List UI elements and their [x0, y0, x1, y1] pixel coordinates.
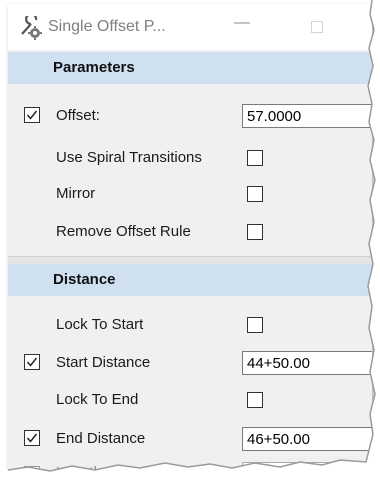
checkmark-icon [26, 357, 38, 367]
offset-lock-checkbox[interactable] [24, 107, 40, 123]
end-distance-lock-checkbox[interactable] [24, 430, 40, 446]
remove-offset-rule-label: Remove Offset Rule [56, 223, 191, 240]
title-bar[interactable]: Single Offset P... — [8, 4, 372, 50]
checkmark-icon [26, 110, 38, 120]
remove-offset-rule-checkbox[interactable] [247, 224, 263, 240]
use-spiral-transitions-label: Use Spiral Transitions [56, 149, 202, 166]
start-distance-lock-checkbox[interactable] [24, 354, 40, 370]
parameters-section-title: Parameters [53, 59, 135, 76]
end-distance-input[interactable] [242, 427, 372, 451]
distance-section-header[interactable]: Distance [8, 264, 372, 296]
distance-panel: Lock To Start Start Distance Lock To End… [8, 296, 372, 476]
single-offset-dialog: Single Offset P... — Parameters Offset: … [8, 4, 372, 476]
length-lock-checkbox[interactable] [24, 466, 40, 476]
length-label: Length [56, 464, 102, 476]
window-title: Single Offset P... [48, 18, 166, 35]
lock-to-end-label: Lock To End [56, 391, 139, 408]
section-divider [8, 256, 372, 264]
settings-wrench-icon [21, 16, 42, 40]
start-distance-input[interactable] [242, 351, 372, 375]
maximize-button[interactable] [311, 21, 323, 33]
use-spiral-transitions-checkbox[interactable] [247, 150, 263, 166]
end-distance-label: End Distance [56, 430, 146, 447]
start-distance-label: Start Distance [56, 354, 151, 371]
mirror-label: Mirror [56, 185, 96, 202]
lock-to-start-label: Lock To Start [56, 316, 144, 333]
minimize-button[interactable]: — [234, 14, 250, 32]
parameters-panel: Offset: Use Spiral Transitions Mirror Re… [8, 84, 372, 256]
distance-section-title: Distance [53, 271, 116, 288]
parameters-section-header[interactable]: Parameters [8, 52, 372, 84]
lock-to-start-checkbox[interactable] [247, 317, 263, 333]
offset-input[interactable] [242, 104, 372, 128]
length-input[interactable] [242, 462, 372, 476]
lock-to-end-checkbox[interactable] [247, 392, 263, 408]
checkmark-icon [26, 433, 38, 443]
mirror-checkbox[interactable] [247, 186, 263, 202]
offset-label: Offset: [56, 107, 100, 124]
